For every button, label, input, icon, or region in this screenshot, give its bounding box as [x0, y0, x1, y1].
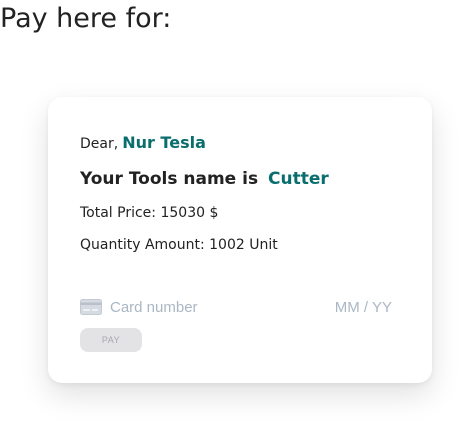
- credit-card-icon: [80, 299, 102, 315]
- payment-card: Dear, Nur Tesla Your Tools name is Cutter…: [48, 97, 432, 383]
- greeting-line: Dear, Nur Tesla: [80, 133, 206, 152]
- card-number-input[interactable]: [110, 296, 290, 318]
- tools-label: Your Tools name is: [80, 169, 259, 189]
- page-title: Pay here for:: [0, 3, 172, 34]
- tool-name: Cutter: [268, 169, 329, 189]
- expiry-input[interactable]: [328, 296, 392, 318]
- quantity-amount: Quantity Amount: 1002 Unit: [80, 237, 278, 253]
- total-price: Total Price: 15030 $: [80, 205, 219, 221]
- dear-label: Dear,: [80, 136, 119, 152]
- pay-button[interactable]: PAY: [80, 328, 142, 352]
- tool-name-line: Your Tools name is Cutter: [80, 169, 329, 189]
- customer-name: Nur Tesla: [122, 133, 206, 152]
- card-element[interactable]: [80, 296, 392, 318]
